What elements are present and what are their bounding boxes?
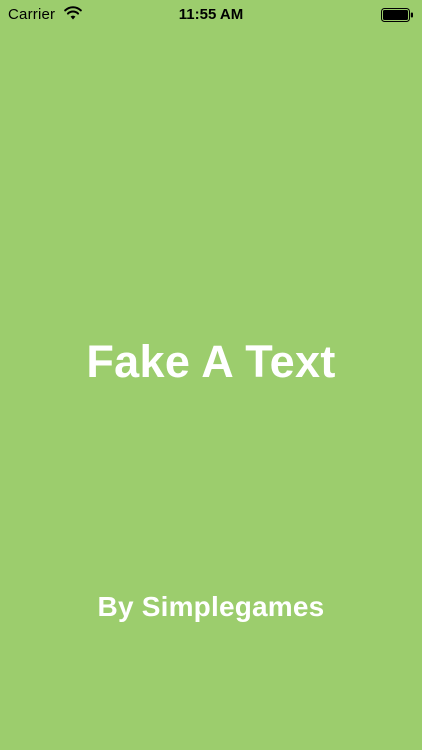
app-title: Fake A Text	[86, 336, 336, 387]
status-time: 11:55 AM	[178, 6, 244, 23]
splash-screen: Carrier 11:55 AM Fake A Text By Simplega…	[0, 0, 422, 750]
battery-icon	[381, 8, 414, 22]
developer-byline: By Simplegames	[97, 591, 325, 622]
status-bar: Carrier 11:55 AM	[0, 0, 422, 30]
